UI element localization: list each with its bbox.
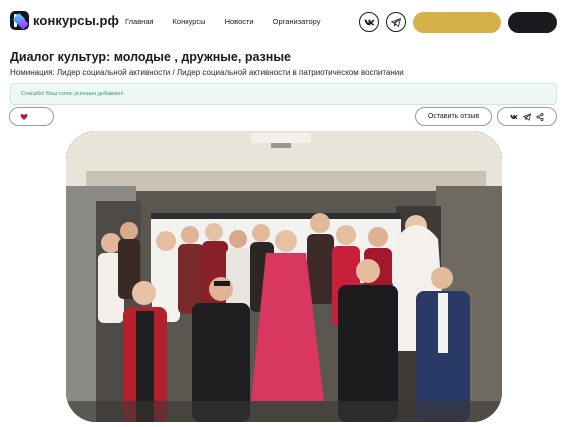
main-nav: Главная Конкурсы Новости Организатору	[125, 17, 340, 26]
site-header: конкурсы.рф Главная Конкурсы Новости Орг…	[0, 0, 570, 44]
vk-icon[interactable]	[359, 12, 379, 32]
group-photo-illustration	[66, 131, 502, 422]
contest-photo[interactable]	[66, 131, 502, 422]
logo-icon	[10, 11, 29, 30]
success-alert-text: Спасибо! Ваш голос успешно добавлен!	[21, 91, 124, 97]
success-alert: Спасибо! Ваш голос успешно добавлен!	[10, 83, 557, 105]
nomination-text: Номинация: Лидер социальной активности /…	[10, 68, 404, 77]
telegram-share-icon[interactable]	[523, 112, 531, 121]
logo-text: конкурсы.рф	[33, 13, 119, 28]
share-button-group	[497, 107, 557, 126]
gold-action-button[interactable]	[413, 12, 501, 33]
nav-item-news[interactable]: Новости	[225, 17, 254, 26]
telegram-icon[interactable]	[386, 12, 406, 32]
nav-item-home[interactable]: Главная	[125, 17, 154, 26]
heart-icon	[20, 113, 28, 120]
vk-share-icon[interactable]	[510, 113, 518, 121]
nav-item-contests[interactable]: Конкурсы	[173, 17, 206, 26]
dark-action-button[interactable]	[508, 12, 557, 33]
page-title: Диалог культур: молодые , дружные, разны…	[10, 50, 291, 64]
like-button[interactable]	[9, 107, 54, 126]
nav-item-organizer[interactable]: Организатору	[273, 17, 321, 26]
share-icon[interactable]	[536, 112, 544, 121]
logo[interactable]: конкурсы.рф	[10, 11, 119, 30]
leave-review-button[interactable]: Оставить отзыв	[415, 107, 492, 126]
